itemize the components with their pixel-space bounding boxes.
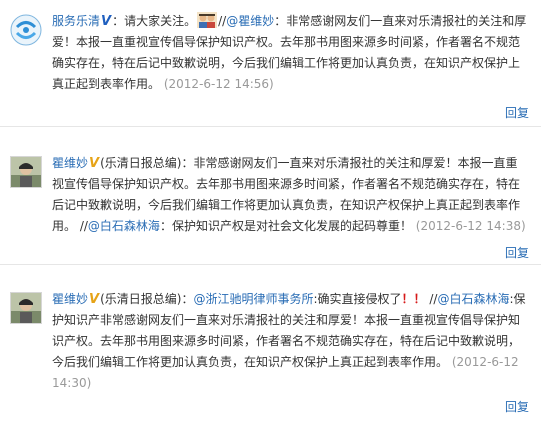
- verified-badge-icon[interactable]: V: [101, 14, 111, 29]
- reply-button[interactable]: 回复: [505, 104, 529, 121]
- author-name[interactable]: 服务乐清: [52, 14, 100, 28]
- mention-link[interactable]: @浙江驰明律师事务所: [193, 292, 313, 306]
- reply-button[interactable]: 回复: [505, 398, 529, 415]
- mention-link[interactable]: @白石森林海: [437, 292, 509, 306]
- person-avatar-icon: [11, 157, 41, 187]
- exclamation-marks: ！！: [401, 292, 426, 306]
- comment-item: 服务乐清V：请大家关注。//@瞿维妙：非常感谢网友们一直来对乐清报社的关注和厚爱…: [0, 0, 541, 127]
- people-emoji-icon: [197, 12, 218, 28]
- avatar[interactable]: [10, 292, 42, 324]
- comment-body: 服务乐清V：请大家关注。//@瞿维妙：非常感谢网友们一直来对乐清报社的关注和厚爱…: [52, 11, 529, 95]
- timestamp: (2012-6-12 14:38): [415, 219, 526, 233]
- verified-badge-icon[interactable]: V: [89, 292, 99, 307]
- avatar[interactable]: [10, 156, 42, 188]
- verified-badge-icon[interactable]: V: [89, 156, 99, 171]
- comment-body: 瞿维妙V(乐清日报总编)：非常感谢网友们一直来对乐清报社的关注和厚爱！本报一直重…: [52, 153, 529, 237]
- person-avatar-icon: [11, 293, 41, 323]
- comment-text: (乐清日报总编)：: [100, 292, 194, 306]
- mention-link[interactable]: @瞿维妙: [226, 14, 274, 28]
- comment-text: ：请大家关注。: [112, 14, 197, 28]
- comment-feed: 服务乐清V：请大家关注。//@瞿维妙：非常感谢网友们一直来对乐清报社的关注和厚爱…: [0, 0, 541, 424]
- repost-separator: //: [76, 219, 88, 233]
- reply-button[interactable]: 回复: [505, 244, 529, 261]
- comment-item: 瞿维妙V(乐清日报总编)：非常感谢网友们一直来对乐清报社的关注和厚爱！本报一直重…: [0, 126, 541, 265]
- author-name[interactable]: 瞿维妙: [52, 156, 88, 170]
- author-name[interactable]: 瞿维妙: [52, 292, 88, 306]
- comment-text: ：保护知识产权是对社会文化发展的起码尊重！: [159, 219, 412, 233]
- timestamp: (2012-6-12 14:56): [163, 77, 274, 91]
- repost-separator: //: [425, 292, 438, 306]
- mention-link[interactable]: @白石森林海: [88, 219, 160, 233]
- org-logo-avatar-icon: [10, 14, 42, 46]
- repost-separator: //: [218, 14, 227, 28]
- avatar[interactable]: [10, 14, 42, 46]
- comment-item: 瞿维妙V(乐清日报总编)：@浙江驰明律师事务所:确实直接侵权了！！ //@白石森…: [0, 264, 541, 424]
- comment-text: :确实直接侵权了: [313, 292, 402, 306]
- comment-body: 瞿维妙V(乐清日报总编)：@浙江驰明律师事务所:确实直接侵权了！！ //@白石森…: [52, 289, 529, 394]
